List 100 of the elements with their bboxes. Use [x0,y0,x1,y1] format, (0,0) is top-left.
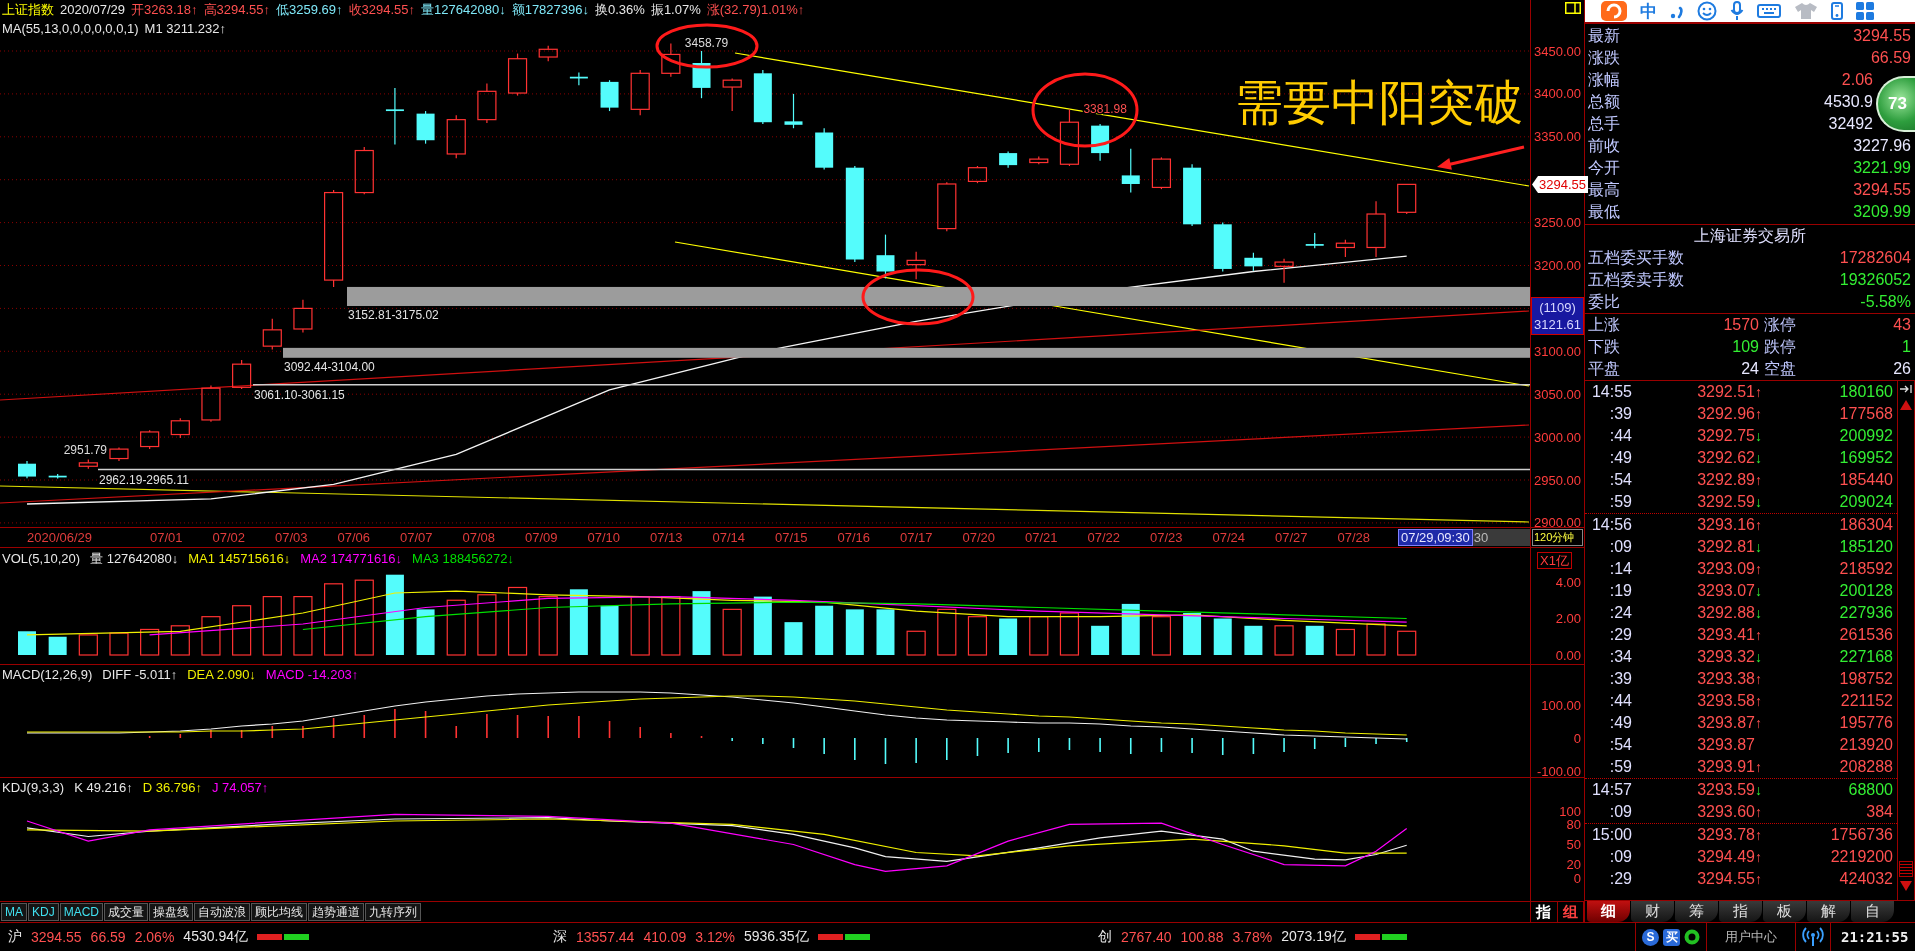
field-label: 委比 [1588,292,1620,312]
field-label: 最高 [1588,180,1620,200]
price-tag: 3294.55 [1532,175,1588,193]
price-arrow: ↓ [1755,782,1762,798]
indicator-value: MA2 174771616↓ [300,550,403,568]
indicator-tab[interactable]: 顾比均线 [251,903,307,921]
tick-volume: 195776 [1838,713,1893,733]
axis-label: 3100.00 [1534,344,1581,358]
scrollbar[interactable] [1897,381,1915,900]
indicator-tab[interactable]: MACD [59,903,103,921]
header-field: 振1.07% [650,0,701,19]
tick-volume: 384 [1865,802,1893,822]
axis-button[interactable]: 组 [1557,902,1584,922]
tick-time: :54 [1608,735,1632,755]
index-value: 13557.44 [576,929,635,945]
tick-volume: 208288 [1838,757,1893,777]
keyboard-icon[interactable] [1757,3,1781,19]
macd-bar [792,737,795,749]
tick-price: 3293.87 [1696,713,1755,733]
panel-tab[interactable]: 财 [1631,901,1674,922]
field-value: 3227.96 [1853,136,1911,156]
price-arrow: ↑ [1755,384,1762,400]
date-label: 07/09 [524,529,559,547]
indicator-tab[interactable]: 成交量 [104,903,148,921]
phone-icon[interactable] [1831,2,1843,20]
scroll-up-icon[interactable] [1900,400,1912,410]
tick-time: :39 [1608,404,1632,424]
indicator-tab[interactable]: KDJ [28,903,59,921]
rising-candle [1274,258,1294,284]
volume-bar [416,609,435,655]
date-label: 07/07 [399,529,434,547]
falling-candle [1305,232,1324,249]
tick-time: :09 [1608,802,1632,822]
split-window-icon[interactable] [1565,2,1581,14]
volume-bar [201,616,221,656]
falling-candle [1213,222,1232,273]
panel-tab[interactable]: 解 [1807,901,1850,922]
scroll-down-icon[interactable] [1900,881,1912,891]
rising-candle [201,385,221,423]
indicator-tab[interactable]: 自动波浪 [194,903,250,921]
exchange-name: 上海证券交易所 [1693,226,1807,246]
cursor-date-label: 07/29,09:30 [1398,529,1473,546]
price-arrow: ↓ [1755,649,1762,665]
user-center-link[interactable]: 用户中心 [1706,923,1795,951]
tick-time: :49 [1608,448,1632,468]
field-value: 3294.55 [1853,180,1911,200]
header-field: 低3259.69↑ [276,0,343,19]
field-value: 24 [1740,359,1759,379]
scroll-thumb[interactable] [1899,861,1913,877]
smiley-icon[interactable] [1697,1,1717,21]
microphone-icon[interactable] [1730,1,1744,21]
tick-price: 3292.51 [1696,382,1755,402]
ring-icon[interactable] [1684,929,1700,945]
header-field: 开3263.18↑ [131,0,198,19]
volume-bar [815,605,834,655]
tray-button[interactable]: S [1642,928,1659,946]
ratio-bar-drawing [817,934,870,940]
tick-time: 15:00 [1590,825,1632,845]
period-selector[interactable]: 120分钟 [1532,529,1583,546]
tick-time: :34 [1608,647,1632,667]
header-field: 量127642080↓ [421,0,506,19]
falling-candle [385,87,404,146]
rising-candle [1366,200,1386,258]
field-value: 19326052 [1839,270,1911,290]
tray-button[interactable]: 买 [1663,928,1680,946]
volume-bar [1274,625,1294,656]
indicator-tab[interactable]: 趋势通道 [308,903,364,921]
axis-label: 3400.00 [1534,87,1581,101]
grid-icon[interactable] [1856,2,1874,20]
panel-tab[interactable]: 板 [1763,901,1806,922]
axis-label: 2.00 [1555,612,1581,625]
panel-tab[interactable]: 指 [1719,901,1762,922]
indicator-tab[interactable]: 操盘线 [149,903,193,921]
input-mode-toggle[interactable]: 中 [1640,0,1657,23]
logo-icon[interactable] [1601,1,1627,21]
indicator-value: MA(55,13,0,0,0,0,0,0,1) [2,20,139,38]
macd-bar [363,714,366,739]
arrow-to-bar-icon[interactable] [1899,384,1913,394]
axis-label: 3050.00 [1534,387,1581,401]
indicator-tab[interactable]: 九转序列 [365,903,421,921]
tick-volume: 177568 [1838,404,1893,424]
volume-bar [661,596,681,656]
turnover-amount: 4530.94亿 [183,928,248,946]
panel-tab[interactable]: 细 [1587,901,1630,922]
panel-tab[interactable]: 筹 [1675,901,1718,922]
field-label: 上涨 [1588,315,1621,335]
header-field: 换0.36% [595,0,645,19]
panel-tab[interactable]: 自 [1851,901,1894,922]
rising-candle [170,417,190,439]
macd-bar [179,733,182,739]
tick-volume: 200128 [1838,581,1893,601]
price-arrow: ↑ [1755,561,1762,577]
tick-time: :49 [1608,713,1632,733]
signal-icon[interactable] [1802,927,1824,947]
volume-bar [1335,628,1355,656]
ratio-bar-drawing [1354,934,1407,940]
indicator-tab[interactable]: MA [1,903,27,921]
axis-button[interactable]: 指 [1531,902,1558,922]
volume-bar [784,622,803,655]
rising-candle [1151,156,1171,190]
